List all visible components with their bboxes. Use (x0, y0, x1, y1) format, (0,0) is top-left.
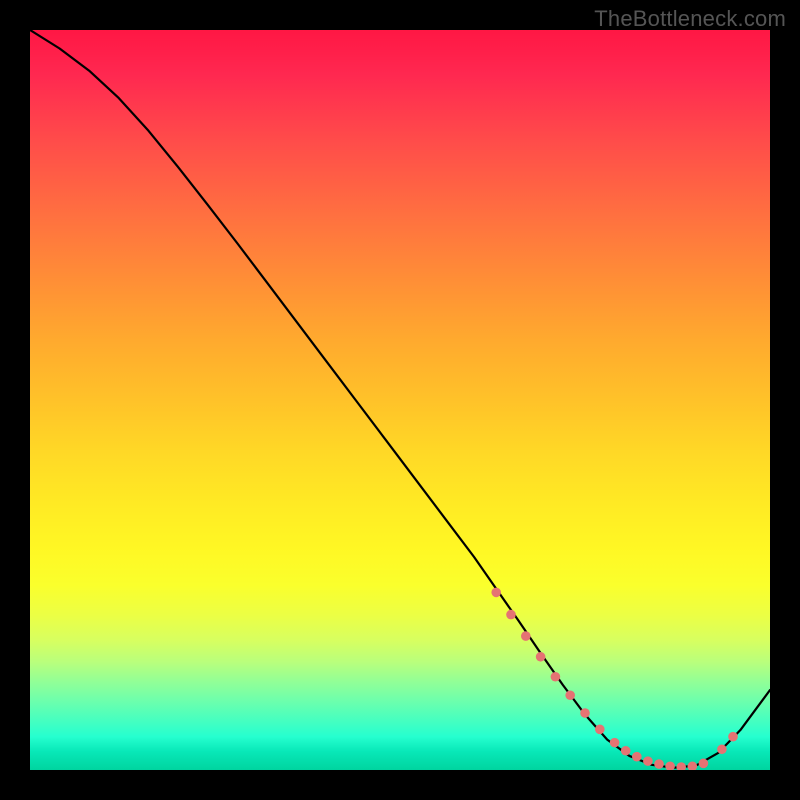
highlight-point (688, 762, 698, 771)
main-curve (30, 30, 770, 768)
highlight-point (595, 725, 605, 735)
highlight-point (521, 631, 531, 641)
highlight-point (551, 672, 561, 682)
highlight-point (580, 708, 590, 718)
highlight-point (717, 744, 727, 754)
highlight-point (676, 762, 686, 770)
plot-gradient-area (30, 30, 770, 770)
highlight-point (632, 752, 642, 762)
highlight-point (506, 610, 516, 620)
chart-svg (30, 30, 770, 770)
highlight-point (728, 732, 738, 742)
highlight-point (536, 652, 546, 662)
highlight-point (665, 762, 675, 771)
watermark-text: TheBottleneck.com (594, 6, 786, 32)
highlight-point (643, 756, 653, 766)
highlight-point (565, 690, 575, 700)
highlight-point (654, 759, 664, 769)
highlight-point (610, 738, 620, 748)
highlight-point (699, 759, 709, 769)
highlighted-points-group (491, 588, 737, 770)
highlight-point (621, 746, 631, 756)
highlight-point (491, 588, 501, 598)
